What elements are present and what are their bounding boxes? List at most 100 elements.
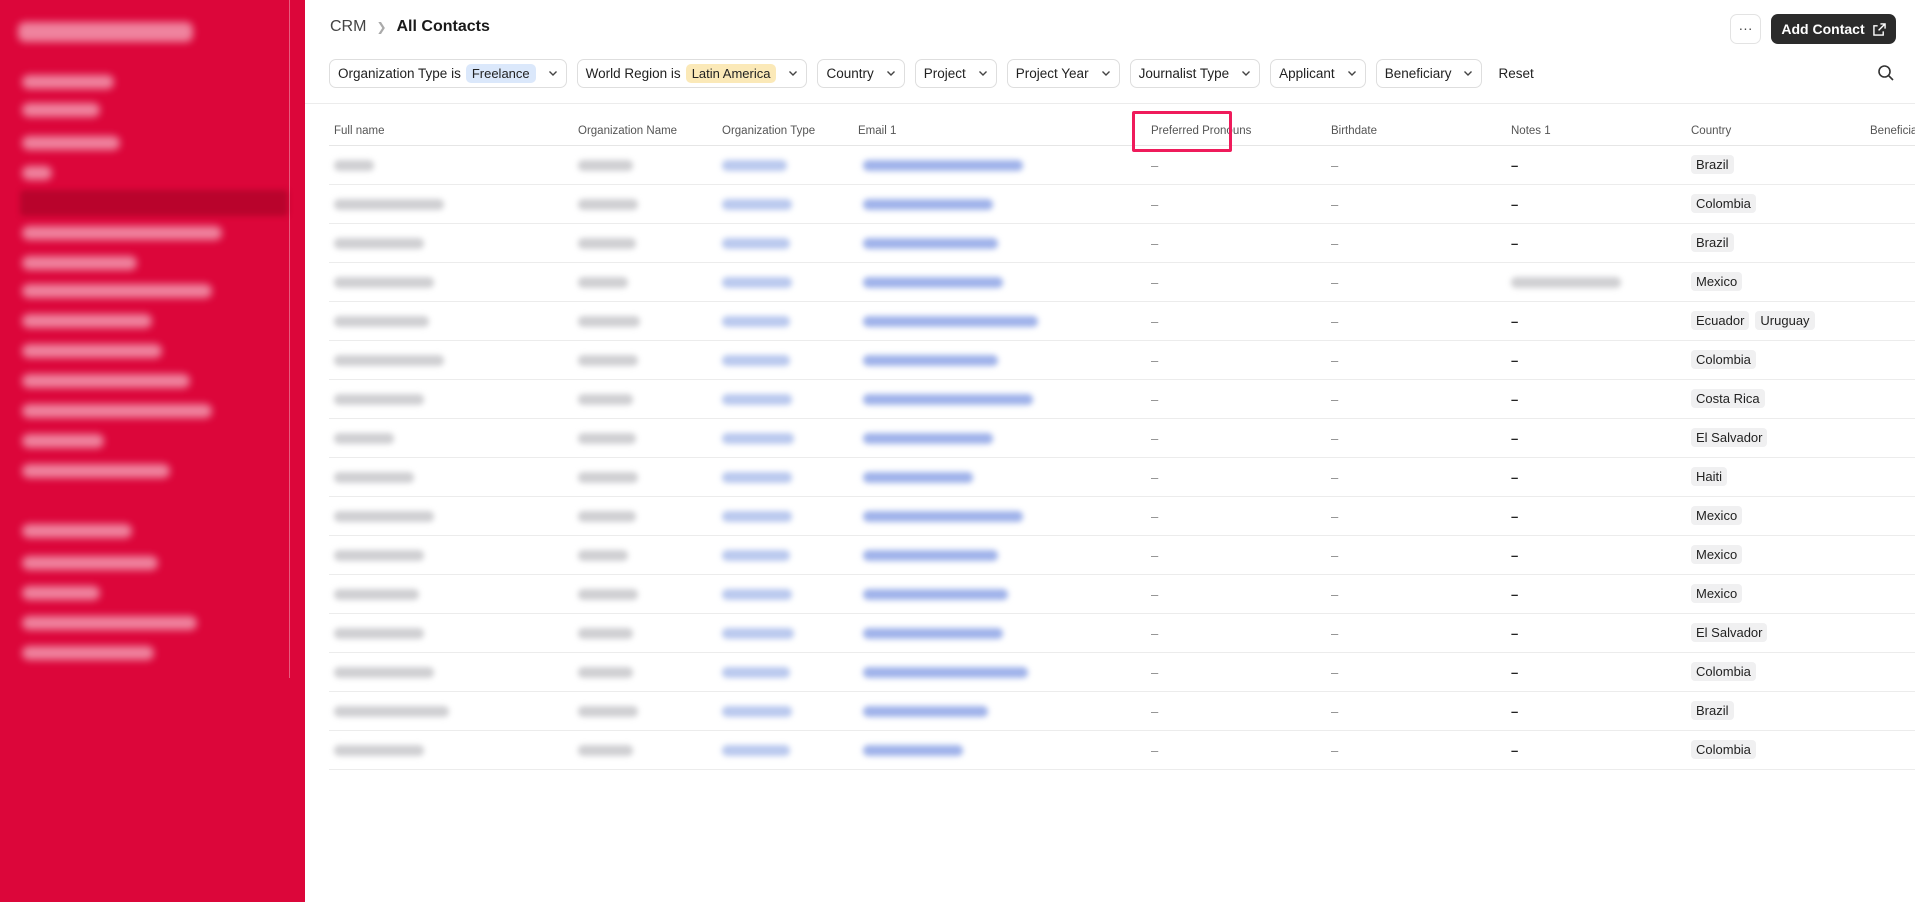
sidebar-item[interactable] xyxy=(22,166,52,180)
filter-chip[interactable]: Journalist Type xyxy=(1129,58,1261,88)
organization-name-cell xyxy=(578,238,636,249)
country-tag: El Salvador xyxy=(1691,623,1768,642)
pronouns-cell: – xyxy=(1151,704,1159,719)
sidebar-item[interactable] xyxy=(22,344,162,358)
email-cell[interactable] xyxy=(863,394,1033,405)
table-row[interactable]: – – – Mexico xyxy=(329,497,1915,536)
full-name-cell xyxy=(334,316,429,327)
table-row[interactable]: – – – Colombia xyxy=(329,731,1915,770)
column-header[interactable]: Country xyxy=(1691,125,1731,137)
table-row[interactable]: – – – Brazil xyxy=(329,146,1915,185)
filter-chip[interactable]: Project Year xyxy=(1006,58,1120,88)
email-cell[interactable] xyxy=(863,589,1008,600)
full-name-cell xyxy=(334,745,424,756)
sidebar-item[interactable] xyxy=(22,616,197,630)
sidebar-item[interactable] xyxy=(22,256,137,270)
email-cell[interactable] xyxy=(863,472,973,483)
workspace-name[interactable] xyxy=(18,22,193,42)
filter-chip[interactable]: Applicant xyxy=(1270,58,1366,88)
table-row[interactable]: – – – Ecuador Uruguay xyxy=(329,302,1915,341)
filter-label: Beneficiary xyxy=(1384,65,1452,81)
email-cell[interactable] xyxy=(863,628,1003,639)
filter-chip[interactable]: Beneficiary xyxy=(1375,58,1483,88)
table-row[interactable]: – – – Mexico xyxy=(329,536,1915,575)
filter-chip[interactable]: Organization Type is Freelance xyxy=(329,58,567,88)
table-row[interactable]: – – – Brazil xyxy=(329,692,1915,731)
filter-chip[interactable]: World Region is Latin America xyxy=(576,58,808,88)
sidebar-item[interactable] xyxy=(22,284,212,298)
more-button[interactable]: ··· xyxy=(1730,14,1761,44)
sidebar-item[interactable] xyxy=(22,136,120,150)
country-tag: Brazil xyxy=(1691,155,1734,174)
email-cell[interactable] xyxy=(863,277,1003,288)
table-row[interactable]: – – – Colombia xyxy=(329,185,1915,224)
reset-button[interactable]: Reset xyxy=(1498,66,1533,81)
organization-type-cell xyxy=(722,355,790,366)
country-cell: Mexico xyxy=(1691,272,1748,291)
organization-type-cell xyxy=(722,628,794,639)
email-cell[interactable] xyxy=(863,706,988,717)
table-row[interactable]: – – – El Salvador xyxy=(329,614,1915,653)
pronouns-cell: – xyxy=(1151,275,1159,290)
sidebar-item[interactable] xyxy=(22,586,100,600)
email-cell[interactable] xyxy=(863,511,1023,522)
pronouns-cell: – xyxy=(1151,665,1159,680)
sidebar-item[interactable] xyxy=(22,464,170,478)
table-row[interactable]: – – – Colombia xyxy=(329,653,1915,692)
email-cell[interactable] xyxy=(863,238,998,249)
organization-type-cell xyxy=(722,472,792,483)
notes-cell: – xyxy=(1511,236,1519,251)
column-header[interactable]: Notes 1 xyxy=(1511,125,1551,137)
email-cell[interactable] xyxy=(863,199,993,210)
notes-cell: – xyxy=(1511,548,1519,563)
birthdate-cell: – xyxy=(1331,470,1339,485)
sidebar-item[interactable] xyxy=(22,75,114,89)
column-header[interactable]: Email 1 xyxy=(858,125,896,137)
sidebar-item[interactable] xyxy=(22,374,190,388)
email-cell[interactable] xyxy=(863,433,993,444)
sidebar-item[interactable] xyxy=(22,556,158,570)
email-cell[interactable] xyxy=(863,745,963,756)
add-contact-button[interactable]: Add Contact xyxy=(1771,14,1896,44)
email-cell[interactable] xyxy=(863,160,1023,171)
main-content: CRM ❯ All Contacts ··· Add Contact Organ… xyxy=(305,0,1915,902)
sidebar-item[interactable] xyxy=(22,314,152,328)
birthdate-cell: – xyxy=(1331,353,1339,368)
sidebar-item[interactable] xyxy=(22,434,104,448)
filter-label: Organization Type is xyxy=(338,65,461,81)
table-row[interactable]: – – – Haiti xyxy=(329,458,1915,497)
filter-chip[interactable]: Country xyxy=(817,58,905,88)
email-cell[interactable] xyxy=(863,550,998,561)
table-row[interactable]: – – Mexico xyxy=(329,263,1915,302)
column-header[interactable]: Birthdate xyxy=(1331,125,1377,137)
search-icon[interactable] xyxy=(1877,64,1895,82)
filter-chip[interactable]: Project xyxy=(914,58,997,88)
table-row[interactable]: – – – Colombia xyxy=(329,341,1915,380)
email-cell[interactable] xyxy=(863,316,1038,327)
table-row[interactable]: – – – Mexico xyxy=(329,575,1915,614)
column-header[interactable]: Organization Name xyxy=(578,125,677,137)
column-header[interactable]: Full name xyxy=(334,125,385,137)
sidebar-item[interactable] xyxy=(22,103,100,117)
column-header[interactable]: Beneficiary xyxy=(1870,125,1915,137)
table-row[interactable]: – – – Brazil xyxy=(329,224,1915,263)
organization-name-cell xyxy=(578,394,633,405)
sidebar-item-active[interactable] xyxy=(20,190,288,216)
email-cell[interactable] xyxy=(863,667,1028,678)
chevron-down-icon xyxy=(548,71,557,76)
birthdate-cell: – xyxy=(1331,509,1339,524)
sidebar-item[interactable] xyxy=(22,404,212,418)
column-header[interactable]: Organization Type xyxy=(722,125,815,137)
full-name-cell xyxy=(334,160,374,171)
breadcrumb-crm[interactable]: CRM xyxy=(330,18,366,36)
filter-label: Project Year xyxy=(1015,65,1089,81)
sidebar-item[interactable] xyxy=(22,226,222,240)
email-cell[interactable] xyxy=(863,355,998,366)
table-row[interactable]: – – – Costa Rica xyxy=(329,380,1915,419)
country-tag: Costa Rica xyxy=(1691,389,1765,408)
full-name-cell xyxy=(334,667,434,678)
sidebar-item[interactable] xyxy=(22,646,154,660)
filter-bar: Organization Type is Freelance World Regio… xyxy=(329,58,1534,88)
breadcrumb: CRM ❯ All Contacts xyxy=(330,18,490,36)
table-row[interactable]: – – – El Salvador xyxy=(329,419,1915,458)
